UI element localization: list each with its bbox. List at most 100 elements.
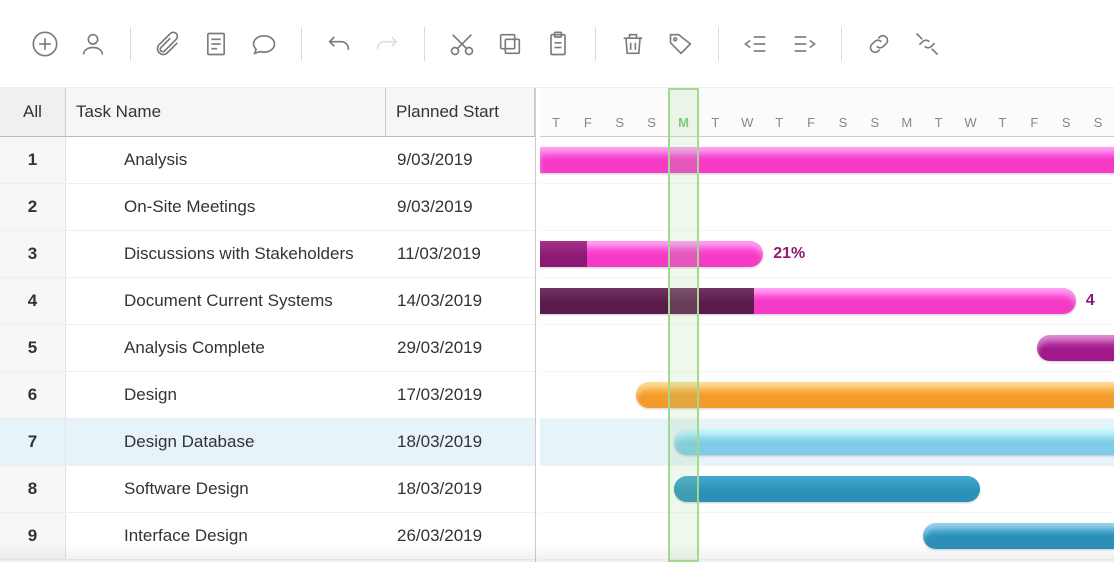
row-marker: [66, 466, 86, 512]
gantt-bar[interactable]: [923, 523, 1114, 549]
toolbar-separator: [595, 27, 596, 61]
task-name-cell[interactable]: Interface Design: [86, 513, 387, 559]
task-name-cell[interactable]: Discussions with Stakeholders: [86, 231, 387, 277]
cut-button[interactable]: [447, 29, 477, 59]
task-row[interactable]: 9 Interface Design26/03/2019: [0, 513, 535, 560]
task-name-cell[interactable]: Analysis: [86, 137, 387, 183]
row-number[interactable]: 7: [0, 419, 66, 465]
gantt-bar[interactable]: [540, 288, 1076, 314]
gantt-bar[interactable]: [636, 382, 1114, 408]
chart-row[interactable]: [540, 372, 1114, 419]
indent-button[interactable]: [789, 29, 819, 59]
gantt-bar[interactable]: [540, 147, 1114, 173]
task-row[interactable]: 4 Document Current Systems14/03/2019: [0, 278, 535, 325]
planned-start-cell[interactable]: 17/03/2019: [387, 372, 535, 418]
gantt-bar[interactable]: [674, 429, 1114, 455]
column-planned-start[interactable]: Planned Start: [386, 88, 535, 136]
gantt-bar[interactable]: [1037, 335, 1114, 361]
chart-row[interactable]: [540, 137, 1114, 184]
planned-start-cell[interactable]: 18/03/2019: [387, 466, 535, 512]
day-label: M: [891, 115, 923, 130]
delete-button[interactable]: [618, 29, 648, 59]
link-button[interactable]: [864, 29, 894, 59]
day-label: S: [636, 115, 668, 130]
chart-row[interactable]: 4: [540, 278, 1114, 325]
unlink-button[interactable]: [912, 29, 942, 59]
row-marker: [66, 372, 86, 418]
gantt-chart[interactable]: TFSSMTWTFSSMTWTFSS 21%4: [536, 88, 1114, 562]
outdent-button[interactable]: [741, 29, 771, 59]
planned-start-cell[interactable]: 9/03/2019: [387, 137, 535, 183]
toolbar-separator: [301, 27, 302, 61]
planned-start-cell[interactable]: 26/03/2019: [387, 513, 535, 559]
row-marker: [66, 419, 86, 465]
paste-button[interactable]: [543, 29, 573, 59]
task-name-cell[interactable]: Design Database: [86, 419, 387, 465]
day-label: M: [668, 115, 700, 130]
copy-button[interactable]: [495, 29, 525, 59]
toolbar-separator: [718, 27, 719, 61]
row-number[interactable]: 9: [0, 513, 66, 559]
chart-row[interactable]: 21%: [540, 231, 1114, 278]
row-number[interactable]: 8: [0, 466, 66, 512]
task-row[interactable]: 3 Discussions with Stakeholders11/03/2019: [0, 231, 535, 278]
progress-fill: [540, 288, 754, 314]
redo-button[interactable]: [372, 29, 402, 59]
planned-start-cell[interactable]: 11/03/2019: [387, 231, 535, 277]
day-label: F: [572, 115, 604, 130]
assign-user-button[interactable]: [78, 29, 108, 59]
grid-body: 1 Analysis9/03/2019 2 On-Site Meetings9/03/…: [0, 137, 535, 560]
attach-button[interactable]: [153, 29, 183, 59]
task-name-cell[interactable]: On-Site Meetings: [86, 184, 387, 230]
day-label: S: [1050, 115, 1082, 130]
add-button[interactable]: [30, 29, 60, 59]
bar-label: 21%: [773, 245, 805, 263]
notes-button[interactable]: [201, 29, 231, 59]
planned-start-cell[interactable]: 14/03/2019: [387, 278, 535, 324]
row-marker: [66, 137, 86, 183]
row-number[interactable]: 1: [0, 137, 66, 183]
day-label: F: [1018, 115, 1050, 130]
day-label: S: [604, 115, 636, 130]
planned-start-cell[interactable]: 9/03/2019: [387, 184, 535, 230]
comment-button[interactable]: [249, 29, 279, 59]
chart-row[interactable]: [540, 513, 1114, 560]
row-marker: [66, 278, 86, 324]
task-row[interactable]: 7 Design Database18/03/2019: [0, 419, 535, 466]
chart-row[interactable]: [540, 466, 1114, 513]
toolbar: [0, 0, 1114, 88]
chart-row[interactable]: [540, 184, 1114, 231]
task-row[interactable]: 5 Analysis Complete29/03/2019: [0, 325, 535, 372]
toolbar-separator: [841, 27, 842, 61]
row-number[interactable]: 2: [0, 184, 66, 230]
column-index[interactable]: All: [0, 88, 66, 136]
row-number[interactable]: 3: [0, 231, 66, 277]
chart-row[interactable]: [540, 325, 1114, 372]
day-label: T: [763, 115, 795, 130]
task-name-cell[interactable]: Software Design: [86, 466, 387, 512]
gantt-bar[interactable]: [540, 241, 763, 267]
gantt-bar[interactable]: [674, 476, 980, 502]
task-row[interactable]: 1 Analysis9/03/2019: [0, 137, 535, 184]
tag-button[interactable]: [666, 29, 696, 59]
planned-start-cell[interactable]: 18/03/2019: [387, 419, 535, 465]
task-grid: All Task Name Planned Start 1 Analysis9/0…: [0, 88, 536, 562]
task-name-cell[interactable]: Analysis Complete: [86, 325, 387, 371]
row-number[interactable]: 4: [0, 278, 66, 324]
undo-button[interactable]: [324, 29, 354, 59]
column-task-name[interactable]: Task Name: [66, 88, 386, 136]
task-row[interactable]: 6 Design17/03/2019: [0, 372, 535, 419]
chart-row[interactable]: [540, 419, 1114, 466]
task-row[interactable]: 8 Software Design18/03/2019: [0, 466, 535, 513]
row-number[interactable]: 6: [0, 372, 66, 418]
planned-start-cell[interactable]: 29/03/2019: [387, 325, 535, 371]
row-number[interactable]: 5: [0, 325, 66, 371]
day-label: F: [795, 115, 827, 130]
day-label: W: [955, 115, 987, 130]
day-label: T: [699, 115, 731, 130]
task-name-cell[interactable]: Design: [86, 372, 387, 418]
task-name-cell[interactable]: Document Current Systems: [86, 278, 387, 324]
task-row[interactable]: 2 On-Site Meetings9/03/2019: [0, 184, 535, 231]
day-label: T: [986, 115, 1018, 130]
row-marker: [66, 231, 86, 277]
